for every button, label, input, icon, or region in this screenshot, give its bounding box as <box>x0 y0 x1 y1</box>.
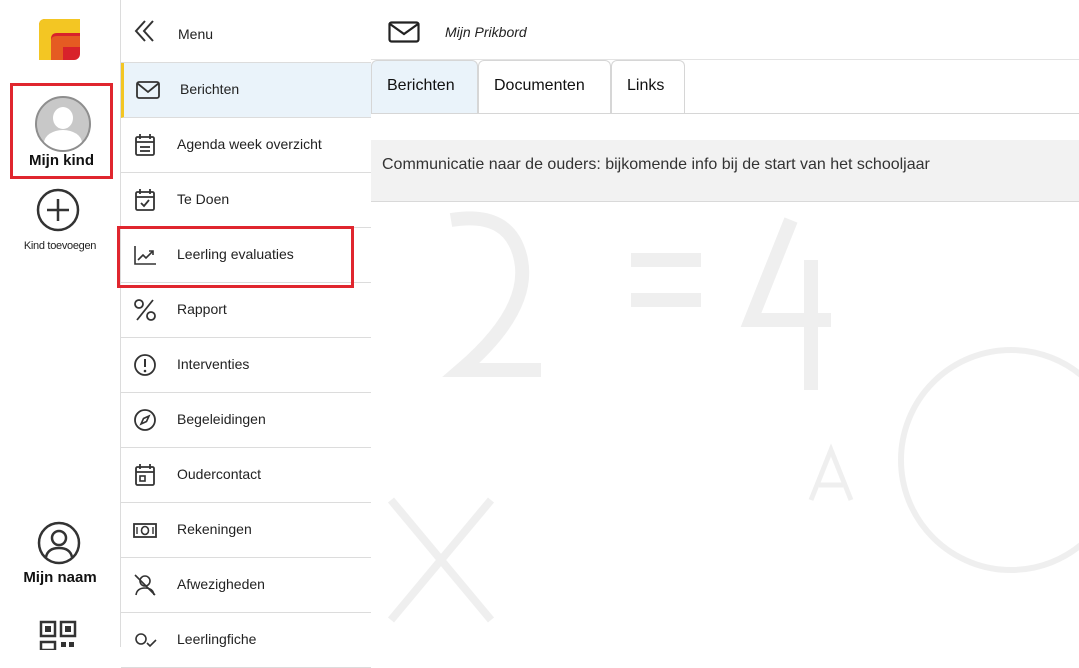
tab-label: Links <box>627 77 665 94</box>
percent-icon <box>134 299 156 321</box>
menu-item-label: Leerling evaluaties <box>177 246 294 262</box>
banknote-icon <box>133 523 157 538</box>
child-avatar <box>35 96 91 152</box>
menu-item-leerling-evaluaties[interactable]: Leerling evaluaties <box>121 228 371 283</box>
page-header: Mijn Prikbord <box>371 0 1079 60</box>
left-rail: Mijn kind Kind toevoegen Mijn naam <box>0 0 120 650</box>
child-name-label: Mijn kind <box>29 152 94 169</box>
my-child-selector[interactable]: Mijn kind <box>10 83 113 179</box>
menu-item-berichten[interactable]: Berichten <box>121 63 371 118</box>
menu-item-te-doen[interactable]: Te Doen <box>121 173 371 228</box>
tab-links[interactable]: Links <box>611 60 685 113</box>
qr-code-icon[interactable] <box>37 620 79 650</box>
app-logo[interactable] <box>39 19 80 60</box>
menu-item-oudercontact[interactable]: Oudercontact <box>121 448 371 503</box>
trend-chart-icon <box>134 246 156 265</box>
calendar-date-icon <box>135 464 155 486</box>
tab-label: Documenten <box>494 77 585 94</box>
add-child-label[interactable]: Kind toevoegen <box>0 240 120 252</box>
navigation-menu: Menu Berichten Agenda week overzicht Te … <box>120 0 372 668</box>
tab-berichten[interactable]: Berichten <box>371 60 478 113</box>
menu-item-label: Te Doen <box>177 191 230 207</box>
chalkboard-background-illustration <box>387 211 1079 623</box>
menu-item-interventies[interactable]: Interventies <box>121 338 371 393</box>
menu-item-agenda[interactable]: Agenda week overzicht <box>121 118 371 173</box>
menu-item-rapport[interactable]: Rapport <box>121 283 371 338</box>
message-item[interactable]: Communicatie naar de ouders: bijkomende … <box>371 140 1079 202</box>
message-title: Communicatie naar de ouders: bijkomende … <box>382 156 930 173</box>
menu-item-label: Rekeningen <box>177 521 252 537</box>
main-panel: Mijn Prikbord Berichten Documenten Links… <box>371 0 1079 647</box>
menu-item-rekeningen[interactable]: Rekeningen <box>121 503 371 558</box>
menu-item-afwezigheden[interactable]: Afwezigheden <box>121 558 371 613</box>
mail-icon <box>136 81 160 99</box>
tab-bar: Berichten Documenten Links <box>371 60 1079 114</box>
user-check-icon <box>135 633 157 648</box>
menu-label: Menu <box>178 26 214 42</box>
user-profile-icon[interactable] <box>36 520 82 566</box>
mail-icon <box>388 21 420 43</box>
menu-item-label: Afwezigheden <box>177 576 265 592</box>
menu-item-label: Rapport <box>177 301 227 317</box>
menu-item-leerlingfiche[interactable]: Leerlingfiche <box>121 613 371 668</box>
menu-item-label: Begeleidingen <box>177 411 266 427</box>
page-title: Mijn Prikbord <box>445 24 527 40</box>
alert-circle-icon <box>134 354 156 376</box>
calendar-check-icon <box>135 189 155 211</box>
menu-item-label: Leerlingfiche <box>177 631 257 647</box>
menu-item-label: Interventies <box>177 356 250 372</box>
menu-item-label: Agenda week overzicht <box>177 136 322 152</box>
menu-item-label: Berichten <box>180 81 240 97</box>
compass-icon <box>134 409 156 431</box>
tab-label: Berichten <box>387 77 455 94</box>
user-off-icon <box>134 574 156 596</box>
menu-item-label: Oudercontact <box>177 466 262 482</box>
user-name-label[interactable]: Mijn naam <box>0 569 120 586</box>
menu-item-begeleidingen[interactable]: Begeleidingen <box>121 393 371 448</box>
double-chevron-left-icon[interactable] <box>133 18 159 44</box>
calendar-icon <box>135 134 155 156</box>
tab-documenten[interactable]: Documenten <box>478 60 611 113</box>
add-child-icon[interactable] <box>35 187 81 233</box>
menu-collapse-toggle[interactable]: Menu <box>121 0 371 63</box>
